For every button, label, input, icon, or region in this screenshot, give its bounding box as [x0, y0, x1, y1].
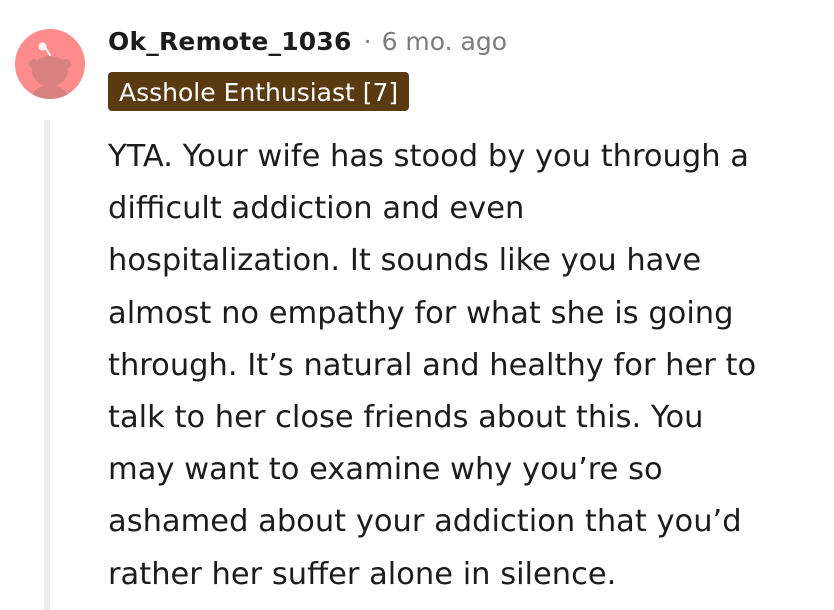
comment: Ok_Remote_1036 · 6 mo. ago Asshole Enthu…: [0, 0, 834, 610]
comment-body-line: ashamed about your addiction that you’d: [108, 504, 742, 540]
comment-body-line: hospitalization. It sounds like you have: [108, 243, 702, 279]
user-avatar[interactable]: [15, 29, 85, 99]
comment-body-line: through. It’s natural and healthy for he…: [108, 347, 757, 383]
comment-body-line: almost no empathy for what she is going: [108, 295, 734, 331]
thread-line[interactable]: [44, 120, 50, 610]
comment-header: Ok_Remote_1036 · 6 mo. ago: [108, 22, 507, 60]
separator-dot: ·: [363, 26, 372, 56]
comment-body-line: rather her suffer alone in silence.: [108, 556, 617, 592]
comment-body-line: talk to her close friends about this. Yo…: [108, 399, 704, 435]
comment-body: YTA. Your wife has stood by you through …: [108, 131, 828, 601]
username-link[interactable]: Ok_Remote_1036: [108, 27, 352, 56]
comment-body-line: difficult addiction and even: [108, 191, 525, 227]
comment-body-line: YTA. Your wife has stood by you through …: [108, 139, 749, 174]
reddit-snoo-avatar-icon: [29, 42, 71, 99]
comment-body-line: may want to examine why you’re so: [108, 452, 663, 488]
user-flair-badge: Asshole Enthusiast [7]: [108, 72, 410, 111]
timestamp-link[interactable]: 6 mo. ago: [382, 27, 507, 56]
